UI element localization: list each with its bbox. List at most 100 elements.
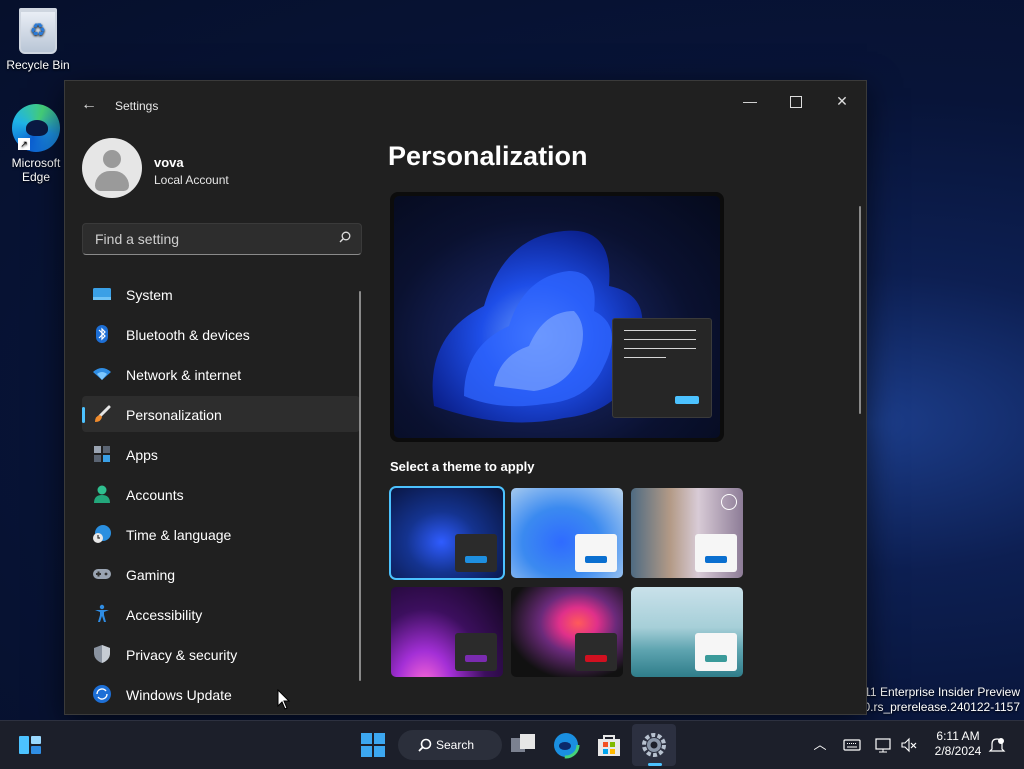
user-name: vova — [154, 155, 184, 170]
theme-windows-light[interactable] — [511, 488, 623, 578]
search-icon — [418, 738, 432, 752]
window-title: Settings — [115, 99, 159, 113]
clock-date: 2/8/2024 — [934, 744, 982, 758]
person-icon — [94, 485, 110, 503]
shield-icon — [94, 645, 110, 663]
mouse-cursor-icon — [277, 689, 291, 710]
task-view-icon[interactable] — [508, 730, 538, 760]
brush-icon — [95, 405, 111, 422]
chevron-up-icon[interactable]: ︿ — [811, 736, 829, 754]
settings-gear-icon[interactable] — [639, 730, 669, 760]
store-icon[interactable] — [594, 730, 624, 760]
running-indicator — [648, 763, 662, 766]
accessibility-icon — [95, 604, 109, 622]
spotlight-badge-icon — [721, 494, 737, 510]
preview-text-line — [624, 339, 696, 340]
start-icon[interactable] — [358, 730, 388, 760]
sidebar-item-accounts[interactable]: Accounts — [82, 476, 360, 512]
sidebar-item-windows-update[interactable]: Windows Update — [82, 676, 360, 712]
desktop-icon-edge[interactable]: ↗ Microsoft Edge — [6, 104, 66, 184]
theme-preview — [390, 192, 724, 442]
content-scrollbar[interactable] — [859, 206, 861, 414]
sidebar-item-apps[interactable]: Apps — [82, 436, 360, 472]
close-button[interactable]: ✕ — [819, 87, 865, 115]
preview-wallpaper — [394, 196, 720, 438]
theme-accent-swatch — [705, 556, 727, 563]
sidebar-scrollbar[interactable] — [359, 291, 361, 681]
theme-sample-window — [695, 534, 737, 572]
maximize-icon — [790, 96, 802, 109]
theme-accent-swatch — [585, 655, 607, 662]
taskbar-search-label: Search — [436, 738, 475, 752]
desktop-icon-label: Microsoft Edge — [11, 156, 61, 184]
volume-muted-icon[interactable] — [900, 736, 918, 754]
preview-text-line — [624, 330, 696, 331]
theme-captured-motion[interactable] — [511, 587, 623, 677]
notification-bell-icon[interactable] — [988, 736, 1006, 754]
bluetooth-icon — [96, 325, 108, 343]
sidebar-item-bluetooth[interactable]: Bluetooth & devices — [82, 316, 360, 352]
preview-text-line — [624, 348, 696, 349]
sidebar-item-personalization[interactable]: Personalization — [82, 396, 360, 432]
theme-windows-spotlight[interactable] — [631, 488, 743, 578]
settings-window: ← Settings — ✕ vova Local Account System… — [64, 80, 867, 715]
gamepad-icon — [93, 569, 111, 579]
taskbar-clock[interactable]: 6:11 AM 2/8/2024 — [928, 729, 988, 759]
sidebar-item-time-language[interactable]: Time & language — [82, 516, 360, 552]
shortcut-arrow-icon: ↗ — [18, 138, 30, 150]
wifi-icon — [93, 368, 111, 380]
avatar[interactable] — [82, 138, 142, 198]
maximize-button[interactable] — [773, 87, 819, 115]
edge-icon[interactable] — [551, 730, 581, 760]
watermark-line-2: 040.rs_prerelease.240122-1157 — [850, 700, 1020, 714]
widgets-icon[interactable] — [16, 731, 44, 759]
minimize-button[interactable]: — — [727, 87, 773, 115]
account-type: Local Account — [154, 173, 229, 187]
sidebar-item-label: Time & language — [126, 527, 232, 543]
taskbar: Search ︿ 6:11 AM 2/8/2024 — [0, 720, 1024, 769]
theme-sample-window — [695, 633, 737, 671]
sidebar-item-network[interactable]: Network & internet — [82, 356, 360, 392]
theme-windows-dark[interactable] — [389, 486, 505, 580]
search-icon — [339, 231, 351, 243]
preview-text-line — [624, 357, 666, 358]
sidebar-item-system[interactable]: System — [82, 276, 360, 312]
apps-icon — [94, 446, 110, 462]
network-icon[interactable] — [874, 736, 892, 754]
avatar-head — [103, 150, 121, 168]
theme-sample-window — [575, 633, 617, 671]
theme-accent-swatch — [705, 655, 727, 662]
desktop-icon-recycle-bin[interactable]: Recycle Bin — [6, 8, 70, 72]
taskbar-search-button[interactable]: Search — [398, 730, 502, 760]
title-bar[interactable]: ← Settings — ✕ — [65, 81, 866, 129]
theme-sample-window — [455, 633, 497, 671]
watermark-line-1: s 11 Enterprise Insider Preview — [854, 685, 1020, 699]
sidebar-item-label: Windows Update — [126, 687, 232, 703]
page-title: Personalization — [388, 141, 588, 171]
sidebar-item-label: Accessibility — [126, 607, 203, 623]
sidebar-item-privacy-security[interactable]: Privacy & security — [82, 636, 360, 672]
sidebar-item-label: Bluetooth & devices — [126, 327, 250, 343]
theme-accent-swatch — [585, 556, 607, 563]
theme-sample-window — [575, 534, 617, 572]
theme-glow[interactable] — [391, 587, 503, 677]
update-icon — [93, 685, 111, 703]
back-button[interactable]: ← — [79, 95, 99, 115]
sidebar-item-accessibility[interactable]: Accessibility — [82, 596, 360, 632]
clock-time: 6:11 AM — [936, 729, 980, 743]
desktop-icon-label: Recycle Bin — [6, 58, 70, 72]
search-input[interactable] — [93, 230, 327, 248]
sidebar-nav: System Bluetooth & devices Network & int… — [82, 276, 360, 716]
theme-flow[interactable] — [631, 587, 743, 677]
search-box[interactable] — [82, 223, 362, 255]
theme-section-label: Select a theme to apply — [390, 459, 535, 474]
preview-sample-window — [612, 318, 712, 418]
globe-clock-icon — [93, 525, 111, 543]
keyboard-icon[interactable] — [843, 736, 861, 754]
theme-sample-window — [455, 534, 497, 572]
theme-accent-swatch — [465, 556, 487, 563]
sidebar-item-label: Apps — [126, 447, 158, 463]
recycle-bin-icon — [19, 8, 57, 54]
sidebar-item-label: Network & internet — [126, 367, 242, 383]
sidebar-item-gaming[interactable]: Gaming — [82, 556, 360, 592]
